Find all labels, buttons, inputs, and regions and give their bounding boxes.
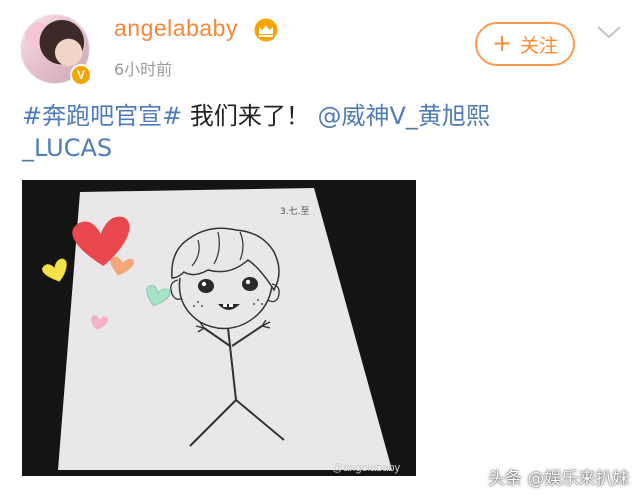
- plus-icon: +: [491, 29, 513, 57]
- post-image[interactable]: 3.七.至: [22, 180, 416, 476]
- post-timestamp: 6小时前: [114, 60, 173, 79]
- verified-badge-icon: V: [70, 64, 92, 86]
- post-text: #奔跑吧官宣# 我们来了！ @威神V_黄旭熙 _LUCAS: [22, 100, 612, 164]
- drawing-illustration: 3.七.至: [42, 188, 392, 470]
- follow-button[interactable]: + 关注: [475, 22, 575, 66]
- source-tag: 头条 @娱乐来扒妹: [488, 469, 630, 489]
- crown-icon: [254, 18, 278, 42]
- drawing-signature: 3.七.至: [280, 206, 309, 217]
- mention-line-2[interactable]: _LUCAS: [22, 134, 112, 162]
- image-watermark: @angelababy: [332, 462, 401, 474]
- chevron-down-icon[interactable]: [596, 24, 622, 40]
- mention-line-1[interactable]: @威神V_黄旭熙: [318, 102, 490, 130]
- username[interactable]: angelababy: [114, 15, 238, 42]
- avatar[interactable]: V: [20, 14, 92, 86]
- follow-button-label: 关注: [520, 34, 559, 57]
- hashtag-link[interactable]: #奔跑吧官宣#: [22, 102, 182, 130]
- post-body-text: 我们来了！: [182, 102, 310, 130]
